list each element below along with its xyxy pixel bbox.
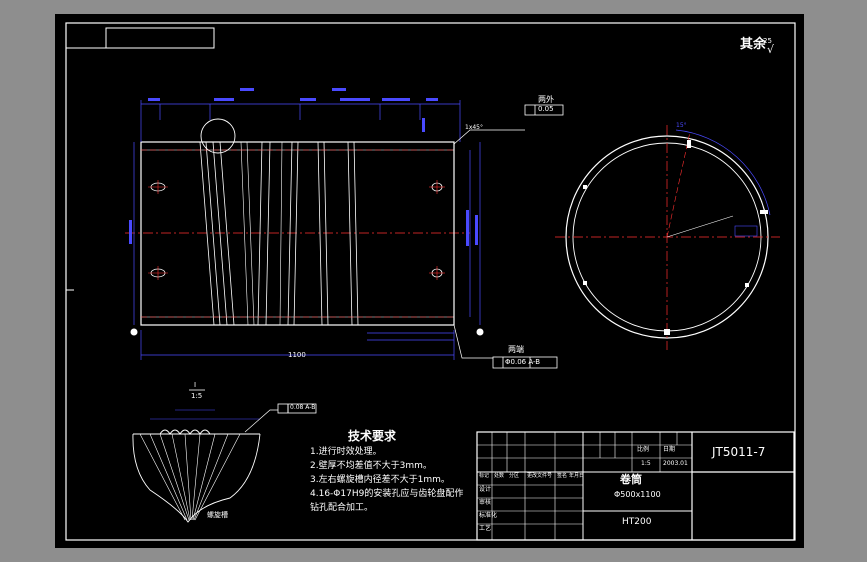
angle-label: 15° xyxy=(676,122,687,129)
material: HT200 xyxy=(622,517,652,527)
tech-req-item: 4.16-Φ17H9的安装孔应与齿轮盘配作 xyxy=(310,489,464,499)
part-dimension: Φ500x1100 xyxy=(614,490,661,499)
drawing-number: JT5011-7 xyxy=(712,445,766,459)
tech-req-item: 1.进行时效处理。 xyxy=(310,447,382,457)
parallel-value: 0.08 A-B xyxy=(290,404,316,411)
tech-req-item: 钻孔配合加工。 xyxy=(310,503,374,513)
runout-value: Φ0.06 A-B xyxy=(505,358,541,366)
datum-B xyxy=(476,328,484,336)
tb-header: 处数 xyxy=(494,473,505,479)
date-value: 2003.01 xyxy=(663,460,688,467)
tb-header: 标记 xyxy=(479,473,490,479)
tb-header: 分区 xyxy=(509,473,520,479)
detail-num: I xyxy=(194,381,197,389)
date-label: 日期 xyxy=(663,446,676,453)
cylindricity-value: 0.05 xyxy=(538,105,554,113)
tech-req-item: 3.左右螺旋槽内径差不大于1mm。 xyxy=(310,475,450,485)
tb-row-label: 设计 xyxy=(479,486,492,493)
tech-req-heading: 技术要求 xyxy=(348,429,397,443)
scale-value: 1:5 xyxy=(641,460,651,467)
tb-row-label: 标准化 xyxy=(479,512,498,519)
tb-row-label: 工艺 xyxy=(479,525,492,532)
roughness-icon: √ xyxy=(767,43,775,56)
inner-label: 两端 xyxy=(508,345,524,354)
tb-row-label: 审核 xyxy=(479,499,492,506)
outer-label: 两外 xyxy=(538,95,554,104)
part-name: 卷筒 xyxy=(620,473,642,486)
scale-label: 比例 xyxy=(637,446,650,453)
tb-header: 年月日 xyxy=(569,473,585,479)
detail-scale: 1:5 xyxy=(191,392,203,400)
chamfer-label: 1x45° xyxy=(465,124,484,131)
tb-header: 更改文件号 xyxy=(527,473,553,479)
datum-A xyxy=(130,328,138,336)
tb-header: 签名 xyxy=(557,473,568,479)
groove-label: 螺旋槽 xyxy=(207,511,228,519)
length-dim: 1100 xyxy=(288,351,306,359)
tech-req-item: 2.壁厚不均差值不大于3mm。 xyxy=(310,461,432,471)
